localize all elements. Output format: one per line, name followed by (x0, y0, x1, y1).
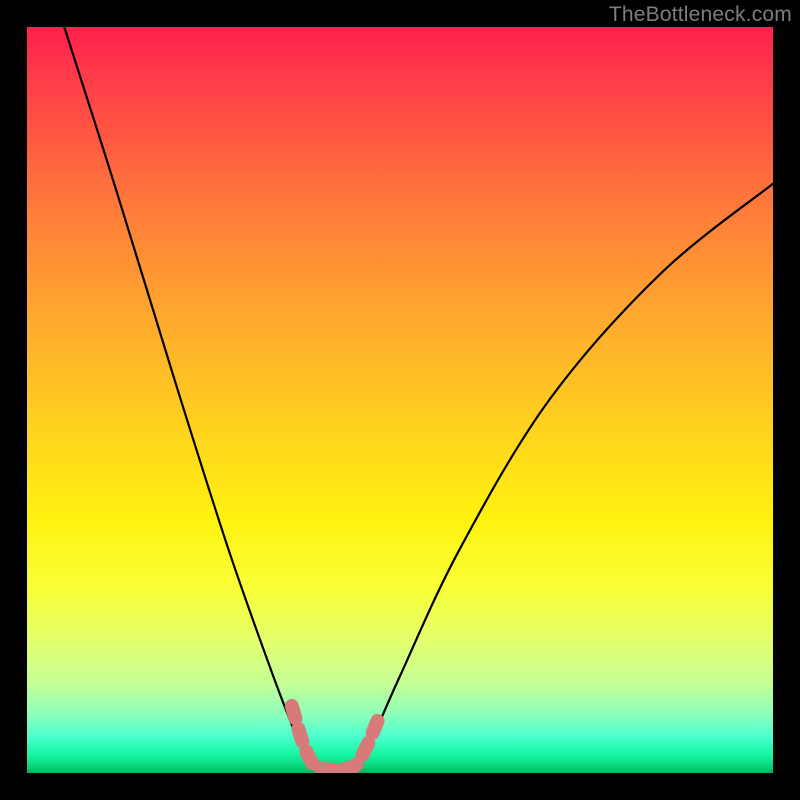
bottleneck-curve-path (64, 27, 773, 770)
highlight-segment-path (292, 706, 378, 770)
curve-layer (27, 27, 773, 773)
chart-frame: TheBottleneck.com (0, 0, 800, 800)
plot-area (27, 27, 773, 773)
watermark-text: TheBottleneck.com (609, 3, 792, 27)
